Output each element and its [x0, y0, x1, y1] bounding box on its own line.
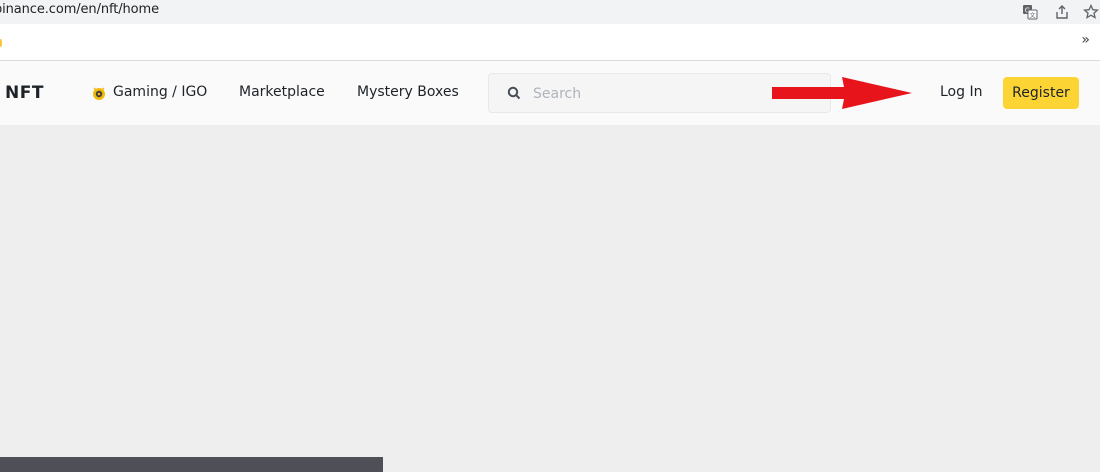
bookmark-star-icon[interactable] — [1082, 3, 1100, 21]
translate-icon[interactable]: G 文 — [1021, 3, 1039, 21]
bookmarks-bar: » — [0, 24, 1100, 61]
gaming-icon — [91, 85, 107, 101]
address-bar[interactable]: binance.com/en/nft/home G 文 — [0, 0, 1100, 24]
nav-mystery-boxes[interactable]: Mystery Boxes — [357, 84, 459, 100]
bottom-dark-panel — [0, 457, 383, 472]
svg-text:文: 文 — [1029, 12, 1035, 20]
main-content — [0, 125, 1100, 472]
search-icon — [507, 86, 521, 100]
bookmark-favicon[interactable] — [0, 39, 2, 47]
nav-marketplace[interactable]: Marketplace — [239, 84, 325, 100]
login-link[interactable]: Log In — [940, 84, 982, 100]
red-arrow-annotation — [772, 77, 912, 109]
register-button[interactable]: Register — [1003, 77, 1079, 109]
nav-gaming-igo[interactable]: Gaming / IGO — [113, 84, 207, 100]
bookmarks-overflow-button[interactable]: » — [1081, 32, 1090, 48]
nft-logo[interactable]: NFT — [5, 83, 44, 103]
url-text[interactable]: binance.com/en/nft/home — [0, 2, 159, 17]
share-icon[interactable] — [1053, 3, 1071, 21]
site-header: NFT Gaming / IGO Marketplace Mystery Box… — [0, 61, 1100, 125]
